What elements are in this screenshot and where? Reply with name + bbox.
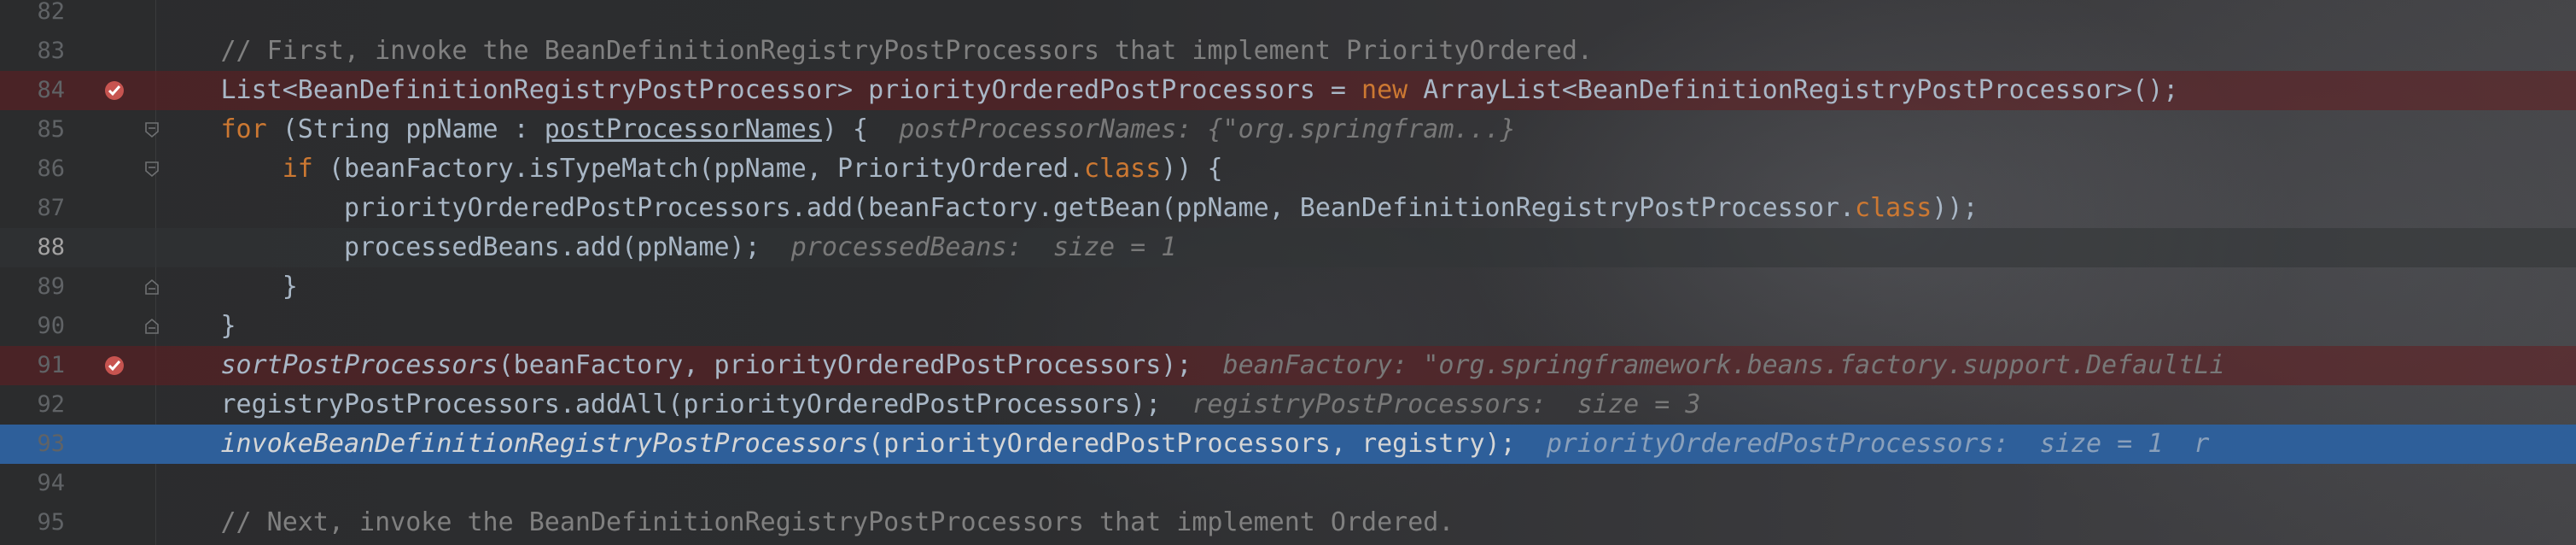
code-token: (String ppName :	[266, 114, 545, 144]
code-text[interactable]: invokeBeanDefinitionRegistryPostProcesso…	[97, 425, 2210, 464]
line-number[interactable]: 93	[0, 425, 65, 464]
inline-debug-value: priorityOrderedPostProcessors: size = 1 …	[1546, 429, 2210, 459]
code-comment: // First, invoke the BeanDefinitionRegis…	[97, 36, 1593, 66]
code-token: List<BeanDefinitionRegistryPostProcessor…	[97, 75, 1362, 105]
code-line-92[interactable]: 92 registryPostProcessors.addAll(priorit…	[0, 385, 2576, 425]
code-text[interactable]: priorityOrderedPostProcessors.add(beanFa…	[97, 189, 1979, 228]
code-token: ArrayList<BeanDefinitionRegistryPostProc…	[1407, 75, 2179, 105]
inline-debug-value: registryPostProcessors: size = 3	[1192, 390, 1701, 419]
code-line-95[interactable]: 95 // Next, invoke the BeanDefinitionReg…	[0, 503, 2576, 542]
code-text[interactable]: // First, invoke the BeanDefinitionRegis…	[97, 32, 1593, 71]
code-line-82[interactable]: 82	[0, 0, 2576, 32]
code-text[interactable]: processedBeans.add(ppName); processedBea…	[97, 228, 1176, 267]
code-line-91[interactable]: 91 sortPostProcessors(beanFactory, prior…	[0, 346, 2576, 385]
code-token: (beanFactory, priorityOrderedPostProcess…	[498, 350, 1223, 380]
code-line-83[interactable]: 83 // First, invoke the BeanDefinitionRe…	[0, 32, 2576, 71]
code-text[interactable]: sortPostProcessors(beanFactory, priority…	[97, 346, 2225, 385]
code-token: ));	[1932, 193, 1979, 223]
code-token: class	[1083, 154, 1162, 184]
code-line-84[interactable]: 84 List<BeanDefinitionRegistryPostProces…	[0, 71, 2576, 110]
code-line-90[interactable]: 90 }	[0, 307, 2576, 346]
code-token: processedBeans.add(ppName);	[97, 232, 791, 262]
code-text[interactable]: List<BeanDefinitionRegistryPostProcessor…	[97, 71, 2178, 110]
code-comment: // Next, invoke the BeanDefinitionRegist…	[97, 507, 1454, 537]
code-token: ) {	[821, 114, 900, 144]
code-token: (priorityOrderedPostProcessors, registry…	[868, 429, 1547, 459]
code-token: registryPostProcessors.addAll(priorityOr…	[97, 390, 1192, 419]
code-token: invokeBeanDefinitionRegistryPostProcesso…	[220, 429, 869, 459]
line-number[interactable]: 92	[0, 385, 65, 425]
line-number[interactable]: 89	[0, 267, 65, 307]
line-number[interactable]: 87	[0, 189, 65, 228]
code-line-88[interactable]: 88 processedBeans.add(ppName); processed…	[0, 228, 2576, 267]
code-line-94[interactable]: 94	[0, 464, 2576, 503]
line-number[interactable]: 83	[0, 32, 65, 71]
code-text[interactable]: }	[97, 267, 298, 307]
line-number[interactable]: 91	[0, 346, 65, 385]
line-number[interactable]: 84	[0, 71, 65, 110]
code-token: if	[282, 154, 313, 184]
line-number[interactable]: 95	[0, 503, 65, 542]
code-token: class	[1855, 193, 1932, 223]
code-token: new	[1361, 75, 1408, 105]
code-editor[interactable]: 82 83 // First, invoke the BeanDefinition…	[0, 0, 2576, 545]
code-token: (beanFactory.isTypeMatch(ppName, Priorit…	[312, 154, 1084, 184]
line-number[interactable]: 94	[0, 464, 65, 503]
line-number[interactable]: 90	[0, 307, 65, 346]
code-line-86[interactable]: 86 if (beanFactory.isTypeMatch(ppName, P…	[0, 149, 2576, 189]
code-line-89[interactable]: 89 }	[0, 267, 2576, 307]
inline-debug-value: processedBeans: size = 1	[790, 232, 1177, 262]
code-text[interactable]: for (String ppName : postProcessorNames)…	[97, 110, 1516, 149]
code-line-85[interactable]: 85 for (String ppName : postProcessorNam…	[0, 110, 2576, 149]
code-token: postProcessorNames	[544, 114, 822, 144]
code-token: }	[97, 311, 236, 341]
line-number[interactable]: 82	[0, 0, 65, 32]
code-text[interactable]: // Next, invoke the BeanDefinitionRegist…	[97, 503, 1454, 542]
code-line-93[interactable]: 93 invokeBeanDefinitionRegistryPostProce…	[0, 425, 2576, 464]
code-token: sortPostProcessors	[220, 350, 498, 380]
line-number[interactable]: 86	[0, 149, 65, 189]
inline-debug-value: beanFactory: "org.springframework.beans.…	[1222, 350, 2225, 380]
code-token: for	[220, 114, 267, 144]
code-line-87[interactable]: 87 priorityOrderedPostProcessors.add(bea…	[0, 189, 2576, 228]
code-text[interactable]: registryPostProcessors.addAll(priorityOr…	[97, 385, 1700, 425]
line-number[interactable]: 85	[0, 110, 65, 149]
code-token: priorityOrderedPostProcessors.add(beanFa…	[97, 193, 1856, 223]
inline-debug-value: postProcessorNames: {"org.springfram...}	[899, 114, 1516, 144]
code-token: )) {	[1161, 154, 1223, 184]
line-number[interactable]: 88	[0, 228, 65, 267]
code-token: }	[97, 272, 298, 302]
code-text[interactable]: }	[97, 307, 236, 346]
code-text[interactable]: if (beanFactory.isTypeMatch(ppName, Prio…	[97, 149, 1223, 189]
